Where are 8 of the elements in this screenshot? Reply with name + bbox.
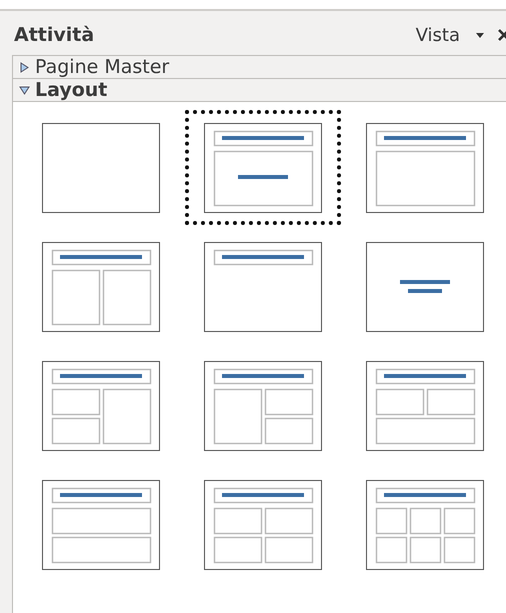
section-header[interactable]: Layout	[13, 79, 506, 102]
expander-icon	[19, 84, 30, 96]
panel-title: Attività	[14, 24, 94, 46]
dropdown-icon[interactable]	[476, 32, 484, 38]
expander-icon	[19, 62, 30, 72]
layout-option[interactable]	[185, 110, 341, 225]
view-menu[interactable]: Vista	[416, 24, 460, 46]
section-header[interactable]: Pagine Master	[13, 56, 506, 79]
